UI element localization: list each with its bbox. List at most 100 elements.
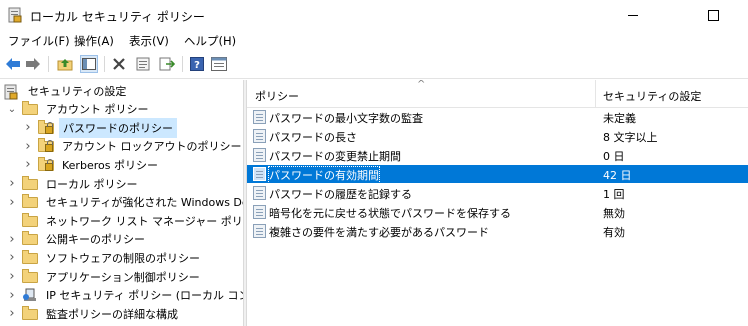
policy-item-icon xyxy=(253,224,266,238)
policy-row[interactable]: 複雑さの要件を満たす必要があるパスワード 有効 xyxy=(247,222,748,240)
menu-help[interactable]: ヘルプ(H) xyxy=(184,33,236,49)
folder-lock-icon xyxy=(38,156,54,172)
chevron-right-icon[interactable]: › xyxy=(22,139,34,154)
show-hide-tree-button[interactable] xyxy=(80,55,98,73)
forward-arrow-icon xyxy=(26,58,40,70)
tree-item[interactable]: › アカウント ロックアウトのポリシー xyxy=(22,137,243,156)
properties-button[interactable] xyxy=(134,55,152,73)
list-header: ポリシー ^ セキュリティの設定 xyxy=(247,80,748,108)
policy-name: 暗号化を元に戻せる状態でパスワードを保存する xyxy=(269,207,511,220)
minimize-icon xyxy=(628,14,638,16)
chevron-right-icon[interactable]: › xyxy=(22,120,34,135)
column-header-setting[interactable]: セキュリティの設定 xyxy=(603,88,701,104)
tree-item[interactable]: › セキュリティが強化された Windows Defer xyxy=(6,193,243,212)
policy-name: パスワードの履歴を記録する xyxy=(269,188,412,201)
tree-item[interactable]: ⌄ アカウント ポリシー xyxy=(6,100,152,119)
menu-view[interactable]: 表示(V) xyxy=(129,33,169,49)
forward-button[interactable] xyxy=(24,55,42,73)
window-title: ローカル セキュリティ ポリシー xyxy=(30,10,205,24)
show-hide-tree-icon xyxy=(82,58,96,70)
view-icon xyxy=(211,57,227,71)
policy-name: 複雑さの要件を満たす必要があるパスワード xyxy=(269,226,489,239)
tree-item-label: ローカル ポリシー xyxy=(46,177,138,191)
help-button[interactable]: ? xyxy=(188,55,206,73)
policy-row[interactable]: パスワードの履歴を記録する 1 回 xyxy=(247,184,748,202)
menu-file[interactable]: ファイル(F) xyxy=(8,33,70,49)
folder-icon xyxy=(22,268,38,284)
policy-row[interactable]: 暗号化を元に戻せる状態でパスワードを保存する 無効 xyxy=(247,203,748,221)
folder-icon xyxy=(22,305,38,321)
back-arrow-icon xyxy=(6,58,20,70)
tree-item[interactable]: › 監査ポリシーの詳細な構成 xyxy=(6,304,181,323)
policy-row[interactable]: パスワードの長さ 8 文字以上 xyxy=(247,127,748,145)
help-icon: ? xyxy=(190,57,204,71)
menu-action[interactable]: 操作(A) xyxy=(74,33,114,49)
tree-item-label: 監査ポリシーの詳細な構成 xyxy=(46,307,178,321)
sort-ascending-icon: ^ xyxy=(417,80,426,90)
tree-item-label: ネットワーク リスト マネージャー ポリシー xyxy=(46,214,243,228)
chevron-right-icon[interactable]: › xyxy=(6,176,18,191)
column-divider[interactable] xyxy=(595,80,596,107)
tree-item[interactable]: › パスワードのポリシー xyxy=(22,117,177,138)
policy-setting-value: 0 日 xyxy=(603,150,625,163)
chevron-right-icon[interactable]: › xyxy=(6,195,18,210)
tree-item[interactable]: ネットワーク リスト マネージャー ポリシー xyxy=(6,211,243,230)
chevron-right-icon[interactable]: › xyxy=(22,157,34,172)
chevron-right-icon[interactable]: › xyxy=(6,232,18,247)
policy-name: パスワードの長さ xyxy=(269,131,357,144)
policy-row[interactable]: パスワードの変更禁止期間 0 日 xyxy=(247,146,748,164)
tree-item-label: Kerberos ポリシー xyxy=(62,158,158,172)
delete-button[interactable] xyxy=(110,55,128,73)
chevron-right-icon[interactable]: › xyxy=(6,250,18,265)
maximize-icon xyxy=(707,9,719,21)
navigation-tree: セキュリティの設定 ⌄ アカウント ポリシー › パスワードのポリシー › アカウント ロッ… xyxy=(0,80,243,326)
ip-security-icon xyxy=(22,288,38,302)
policy-row[interactable]: パスワードの最小文字数の監査 未定義 xyxy=(247,108,748,126)
policy-setting-value: 42 日 xyxy=(603,169,632,182)
tree-item[interactable]: › 公開キーのポリシー xyxy=(6,230,148,249)
chevron-down-icon[interactable]: ⌄ xyxy=(6,103,18,115)
tree-item[interactable]: › ソフトウェアの制限のポリシー xyxy=(6,248,203,267)
policy-item-icon xyxy=(253,110,266,124)
delete-icon xyxy=(113,58,125,70)
tree-item[interactable]: › アプリケーション制御ポリシー xyxy=(6,267,203,286)
policy-name: パスワードの最小文字数の監査 xyxy=(269,112,423,125)
chevron-right-icon[interactable]: › xyxy=(6,269,18,284)
svg-text:?: ? xyxy=(194,60,200,71)
folder-lock-icon xyxy=(38,119,54,135)
chevron-right-icon[interactable]: › xyxy=(6,288,18,303)
policy-row[interactable]: パスワードの有効期間 42 日 xyxy=(247,165,748,184)
up-one-level-button[interactable] xyxy=(56,55,74,73)
tree-item[interactable]: セキュリティの設定 xyxy=(4,81,129,100)
folder-lock-icon xyxy=(38,138,54,153)
tree-item[interactable]: › ローカル ポリシー xyxy=(6,174,141,193)
export-list-button[interactable] xyxy=(158,55,176,73)
column-header-policy[interactable]: ポリシー xyxy=(255,88,299,104)
tree-item[interactable]: › Kerberos ポリシー xyxy=(22,155,161,174)
title-bar: ローカル セキュリティ ポリシー xyxy=(0,0,748,30)
policy-item-icon xyxy=(253,167,266,181)
maximize-button[interactable] xyxy=(690,0,736,30)
toolbar-separator xyxy=(104,56,105,72)
properties-icon xyxy=(136,57,150,71)
chevron-right-icon[interactable]: › xyxy=(6,306,18,321)
tree-item-label: セキュリティの設定 xyxy=(28,84,127,98)
toolbar-separator xyxy=(48,56,49,72)
folder-icon xyxy=(22,249,38,265)
tree-item-label: IP セキュリティ ポリシー (ローカル コンピュータ xyxy=(46,289,243,303)
policy-setting-value: 有効 xyxy=(603,226,625,239)
policy-setting-value: 無効 xyxy=(603,207,625,220)
back-button[interactable] xyxy=(4,55,22,73)
view-button[interactable] xyxy=(210,55,228,73)
up-folder-icon xyxy=(57,59,73,71)
export-list-icon xyxy=(159,57,175,71)
tree-item-label: アプリケーション制御ポリシー xyxy=(46,270,200,284)
folder-icon xyxy=(22,101,38,116)
tree-item-label: アカウント ロックアウトのポリシー xyxy=(62,140,242,154)
minimize-button[interactable] xyxy=(610,0,656,30)
tree-item[interactable]: › IP セキュリティ ポリシー (ローカル コンピュータ xyxy=(6,286,243,305)
policy-setting-value: 未定義 xyxy=(603,112,636,125)
policy-setting-value: 1 回 xyxy=(603,188,625,201)
folder-icon xyxy=(22,194,38,209)
